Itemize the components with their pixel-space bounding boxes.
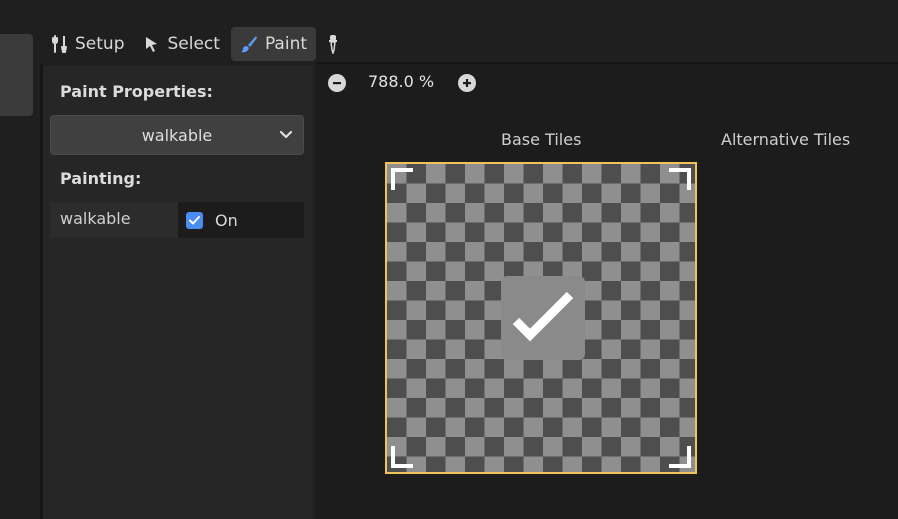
paint-properties-panel: Paint Properties: walkable Painting: wal… (43, 66, 313, 519)
zoom-in-button[interactable] (458, 74, 476, 92)
cursor-arrow-icon (144, 35, 160, 53)
zoom-in-icon (463, 79, 471, 87)
painting-value-toggle[interactable]: On (178, 202, 304, 238)
painting-checkbox[interactable] (186, 211, 203, 229)
corner-marker (669, 168, 691, 190)
select-tab-label: Select (167, 34, 220, 54)
tool-toolbar: Setup Select Paint (43, 26, 348, 62)
dropdown-value: walkable (141, 125, 213, 145)
setup-tab-label: Setup (75, 34, 125, 54)
base-tiles-heading: Base Tiles (501, 130, 582, 149)
side-tab[interactable] (0, 34, 33, 116)
wrench-icon (52, 35, 68, 53)
eyedropper-button[interactable] (318, 27, 348, 61)
painting-property-row: walkable On (50, 202, 304, 238)
zoom-out-icon (333, 82, 341, 85)
paint-tab-label: Paint (264, 34, 308, 54)
paint-property-dropdown[interactable]: walkable (50, 115, 304, 155)
zoom-out-button[interactable] (328, 74, 346, 92)
painting-property-label: walkable (50, 202, 178, 238)
paint-properties-heading: Paint Properties: (60, 82, 213, 101)
alternative-tiles-heading: Alternative Tiles (721, 130, 851, 149)
setup-tab-button[interactable]: Setup (43, 27, 133, 61)
corner-marker (391, 168, 413, 190)
painting-heading: Painting: (60, 169, 142, 188)
tile-atlas-view: 788.0 % Base Tiles Alternative Tiles (316, 64, 898, 519)
select-tab-button[interactable]: Select (135, 27, 228, 61)
tileset-editor: Setup Select Paint Paint Properties: wal… (0, 0, 898, 519)
left-side-strip (0, 0, 40, 519)
corner-marker (391, 446, 413, 468)
checkmark-icon (512, 291, 574, 342)
eyedropper-icon (327, 34, 339, 54)
selected-base-tile[interactable] (385, 162, 697, 474)
painting-value-label: On (215, 210, 238, 230)
corner-marker (669, 446, 691, 468)
zoom-level: 788.0 % (368, 72, 435, 91)
walkable-check-marker (501, 276, 585, 360)
checkmark-icon (189, 215, 200, 224)
paint-tab-button[interactable]: Paint (230, 27, 317, 61)
chevron-down-icon (279, 127, 293, 147)
brush-icon (240, 35, 258, 53)
